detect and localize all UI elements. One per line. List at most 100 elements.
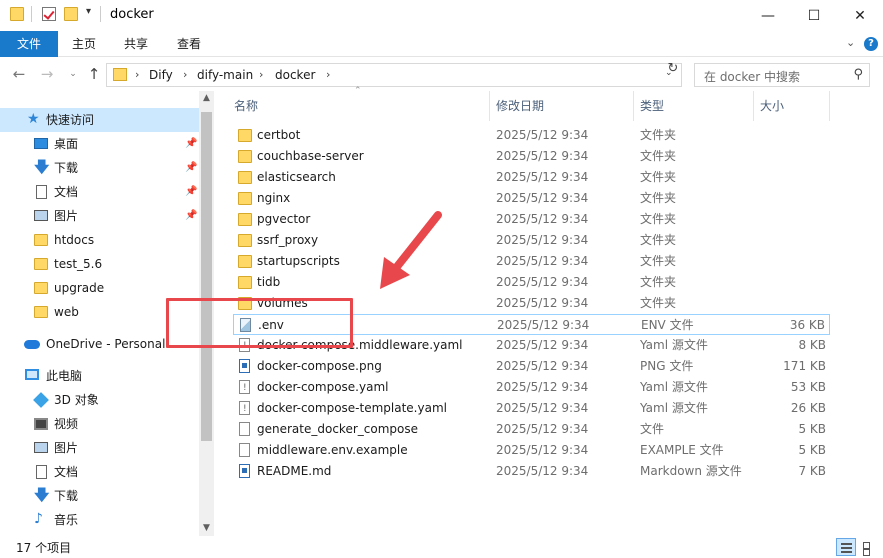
properties-icon[interactable] <box>42 7 56 21</box>
star-icon: ★ <box>27 111 40 127</box>
pin-icon[interactable]: 📌 <box>185 204 197 228</box>
new-folder-icon[interactable] <box>64 7 78 21</box>
breadcrumb-separator[interactable]: › <box>183 68 187 81</box>
sidebar-item-downloads[interactable]: 🡇 下载 📌 <box>0 156 199 180</box>
scroll-down-icon[interactable]: ▼ <box>199 523 214 533</box>
file-row[interactable]: middleware.env.example 2025/5/12 9:34 EXAM… <box>233 440 830 461</box>
recent-locations-icon[interactable]: ⌄ <box>64 69 82 79</box>
breadcrumb-separator[interactable]: › <box>259 68 263 81</box>
search-box[interactable]: 在 docker 中搜索 ⚲ <box>694 63 870 87</box>
file-row[interactable]: couchbase-server 2025/5/12 9:34 文件夹 <box>233 146 830 167</box>
folder-icon[interactable] <box>10 7 24 21</box>
file-row[interactable]: elasticsearch 2025/5/12 9:34 文件夹 <box>233 167 830 188</box>
item-count: 17 个项目 <box>16 541 72 555</box>
file-date: 2025/5/12 9:34 <box>496 464 589 478</box>
sidebar-item-music[interactable]: ♪ 音乐 <box>0 508 199 532</box>
file-name: nginx <box>257 191 291 205</box>
sidebar-item-label: 3D 对象 <box>54 393 99 407</box>
column-divider[interactable] <box>489 91 490 121</box>
sidebar-item-documents[interactable]: 文档 📌 <box>0 180 199 204</box>
tab-file[interactable]: 文件 <box>0 31 58 57</box>
file-name: pgvector <box>257 212 311 226</box>
expand-ribbon-icon[interactable]: ⌄ <box>846 36 855 49</box>
file-date: 2025/5/12 9:34 <box>496 128 589 142</box>
column-header-size[interactable]: 大小 <box>760 91 784 121</box>
document-icon <box>36 185 47 199</box>
column-divider[interactable] <box>633 91 634 121</box>
sidebar-item-upgrade[interactable]: upgrade <box>0 276 199 300</box>
file-name: middleware.env.example <box>257 443 408 457</box>
file-row[interactable]: docker-compose-template.yaml 2025/5/12 9:… <box>233 398 830 420</box>
large-icons-view-button[interactable] <box>858 538 878 556</box>
search-input[interactable]: 在 docker 中搜索 <box>704 68 800 85</box>
sidebar-item-quick-access[interactable]: ★ 快速访问 <box>0 108 199 132</box>
sidebar-item-desktop[interactable]: 桌面 📌 <box>0 132 199 156</box>
file-size: 36 KB <box>789 318 825 332</box>
tab-home[interactable]: 主页 <box>58 31 110 57</box>
file-date: 2025/5/12 9:34 <box>496 191 589 205</box>
file-date: 2025/5/12 9:34 <box>497 318 590 332</box>
sidebar-item-videos[interactable]: 视频 <box>0 412 199 436</box>
file-icon <box>239 422 250 436</box>
column-header-type[interactable]: 类型 <box>640 91 664 121</box>
sidebar-item-pictures-pc[interactable]: 图片 <box>0 436 199 460</box>
file-type: PNG 文件 <box>640 359 694 373</box>
scrollbar-thumb[interactable] <box>201 112 212 441</box>
sidebar-item-3d-objects[interactable]: 3D 对象 <box>0 388 199 412</box>
file-row[interactable]: certbot 2025/5/12 9:34 文件夹 <box>233 125 830 146</box>
details-view-button[interactable] <box>836 538 856 556</box>
up-icon[interactable]: ↑ <box>85 65 103 83</box>
music-icon: ♪ <box>34 511 43 527</box>
column-divider[interactable] <box>753 91 754 121</box>
file-name: ssrf_proxy <box>257 233 319 247</box>
address-bar[interactable]: › Dify › dify-main › docker › ⌄ <box>106 63 682 87</box>
close-button[interactable]: ✕ <box>837 0 883 31</box>
file-row[interactable]: pgvector 2025/5/12 9:34 文件夹 <box>233 209 830 230</box>
sidebar-item-downloads-pc[interactable]: 🡇 下载 <box>0 484 199 508</box>
search-icon[interactable]: ⚲ <box>853 67 863 82</box>
sidebar-item-label: 下载 <box>54 161 79 175</box>
sidebar-item-pictures[interactable]: 图片 📌 <box>0 204 199 228</box>
pin-icon[interactable]: 📌 <box>185 156 197 180</box>
breadcrumb-docker[interactable]: docker <box>275 68 315 82</box>
file-row[interactable]: docker-compose.png 2025/5/12 9:34 PNG 文件 17… <box>233 356 830 377</box>
file-row[interactable]: README.md 2025/5/12 9:34 Markdown 源文件 7 KB <box>233 461 830 482</box>
pin-icon[interactable]: 📌 <box>185 132 197 156</box>
maximize-button[interactable]: ☐ <box>791 0 837 31</box>
help-icon[interactable]: ? <box>864 37 878 51</box>
file-size: 26 KB <box>790 401 826 415</box>
column-header-date[interactable]: 修改日期 <box>496 91 544 121</box>
breadcrumb-dify[interactable]: Dify <box>149 68 173 82</box>
sidebar-item-htdocs[interactable]: htdocs <box>0 228 199 252</box>
breadcrumb-separator[interactable]: › <box>326 68 330 81</box>
file-row[interactable]: tidb 2025/5/12 9:34 文件夹 <box>233 272 830 293</box>
refresh-icon[interactable]: ↻ <box>664 61 682 79</box>
scroll-up-icon[interactable]: ▲ <box>199 93 214 103</box>
file-size: 53 KB <box>790 380 826 394</box>
file-row[interactable]: nginx 2025/5/12 9:34 文件夹 <box>233 188 830 209</box>
minimize-button[interactable]: — <box>745 0 791 31</box>
file-type: 文件夹 <box>640 170 677 184</box>
file-type: Markdown 源文件 <box>640 464 742 478</box>
file-row[interactable]: generate_docker_compose 2025/5/12 9:34 文件 5… <box>233 419 830 440</box>
tab-share[interactable]: 共享 <box>110 31 162 57</box>
tab-view[interactable]: 查看 <box>163 31 215 57</box>
sidebar-item-label: 快速访问 <box>46 113 95 127</box>
this-pc-icon <box>25 369 39 380</box>
forward-icon[interactable]: → <box>38 65 56 83</box>
sidebar-item-this-pc[interactable]: 此电脑 <box>0 364 199 388</box>
sidebar-item-test-5-6[interactable]: test_5.6 <box>0 252 199 276</box>
breadcrumb-dify-main[interactable]: dify-main <box>197 68 253 82</box>
file-row[interactable]: docker-compose.yaml 2025/5/12 9:34 Yaml 源文… <box>233 377 830 399</box>
breadcrumb-separator[interactable]: › <box>135 68 139 81</box>
pin-icon[interactable]: 📌 <box>185 180 197 204</box>
back-icon[interactable]: ← <box>10 65 28 83</box>
folder-icon <box>238 129 252 142</box>
quick-access-dropdown-icon[interactable]: ▾ <box>86 6 91 17</box>
file-row[interactable]: ssrf_proxy 2025/5/12 9:34 文件夹 <box>233 230 830 251</box>
file-row[interactable]: startupscripts 2025/5/12 9:34 文件夹 <box>233 251 830 272</box>
folder-icon <box>238 255 252 268</box>
sidebar-item-documents-pc[interactable]: 文档 <box>0 460 199 484</box>
column-header-name[interactable]: 名称 <box>234 91 258 121</box>
column-divider[interactable] <box>829 91 830 121</box>
